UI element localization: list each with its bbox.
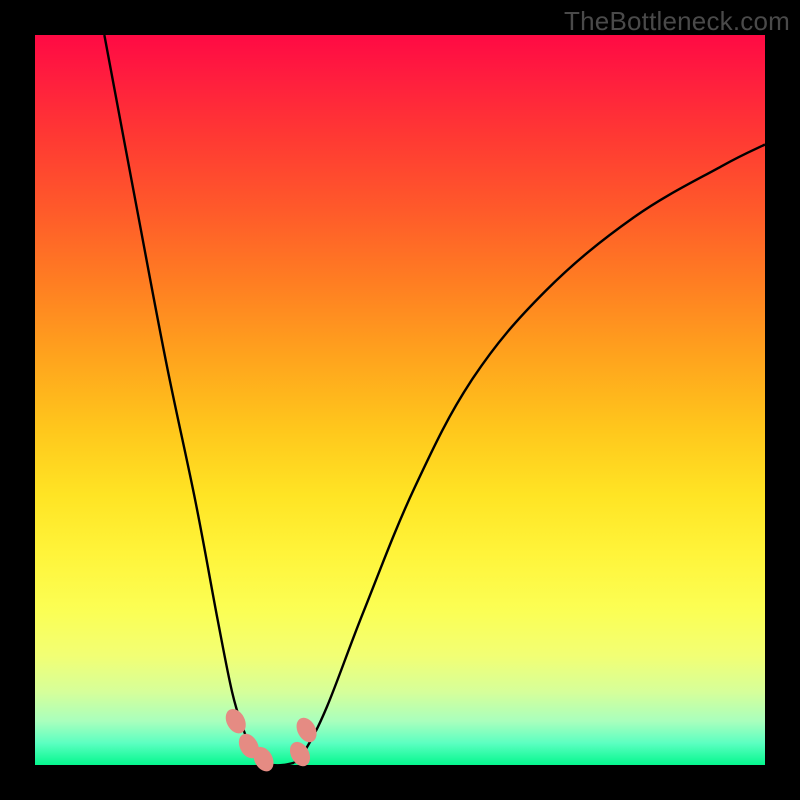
chart-curve-layer xyxy=(35,35,765,765)
curve-right-branch xyxy=(294,145,765,763)
watermark-text: TheBottleneck.com xyxy=(564,6,790,37)
curve-left-branch xyxy=(104,35,263,763)
curve-markers xyxy=(222,705,321,774)
chart-outer-frame: TheBottleneck.com xyxy=(0,0,800,800)
